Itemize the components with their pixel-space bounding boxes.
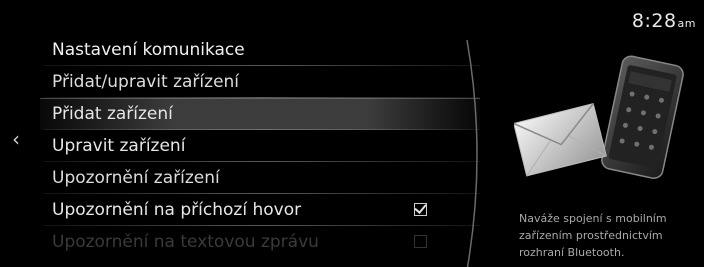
menu-item-device-notifications[interactable]: Upozornění zařízení	[40, 162, 480, 194]
clock-ampm: am	[677, 17, 696, 30]
phone-icon	[601, 55, 684, 180]
scroll-arc	[466, 40, 478, 267]
feature-description: Naváže spojení s mobilním zařízením pros…	[519, 212, 667, 259]
text-message-label: Upozornění na textovou zprávu	[52, 232, 319, 252]
menu-item-add-device[interactable]: Přidat zařízení	[40, 98, 480, 130]
menu-item-incoming-call-notification[interactable]: Upozornění na příchozí hovor	[40, 194, 480, 226]
text-message-checkbox[interactable]	[414, 235, 427, 248]
clock: 8:28am	[632, 10, 696, 32]
checkmark-icon	[414, 201, 427, 214]
clock-time: 8:28	[631, 10, 677, 32]
back-chevron-icon[interactable]: ‹	[8, 128, 24, 150]
envelope-icon	[514, 103, 607, 177]
incoming-call-label: Upozornění na příchozí hovor	[52, 200, 302, 220]
menu-title: Nastavení komunikace	[40, 34, 480, 66]
menu-item-add-edit-device[interactable]: Přidat/upravit zařízení	[40, 66, 480, 98]
settings-menu: Nastavení komunikace Přidat/upravit zaří…	[40, 34, 480, 258]
menu-item-edit-device[interactable]: Upravit zařízení	[40, 130, 480, 162]
menu-item-text-message-notification[interactable]: Upozornění na textovou zprávu	[40, 226, 480, 258]
incoming-call-checkbox[interactable]	[414, 201, 427, 216]
phone-envelope-illustration	[514, 55, 684, 180]
infotainment-screen: 8:28am ‹ Nastavení komunikace Přidat/upr…	[0, 0, 704, 267]
